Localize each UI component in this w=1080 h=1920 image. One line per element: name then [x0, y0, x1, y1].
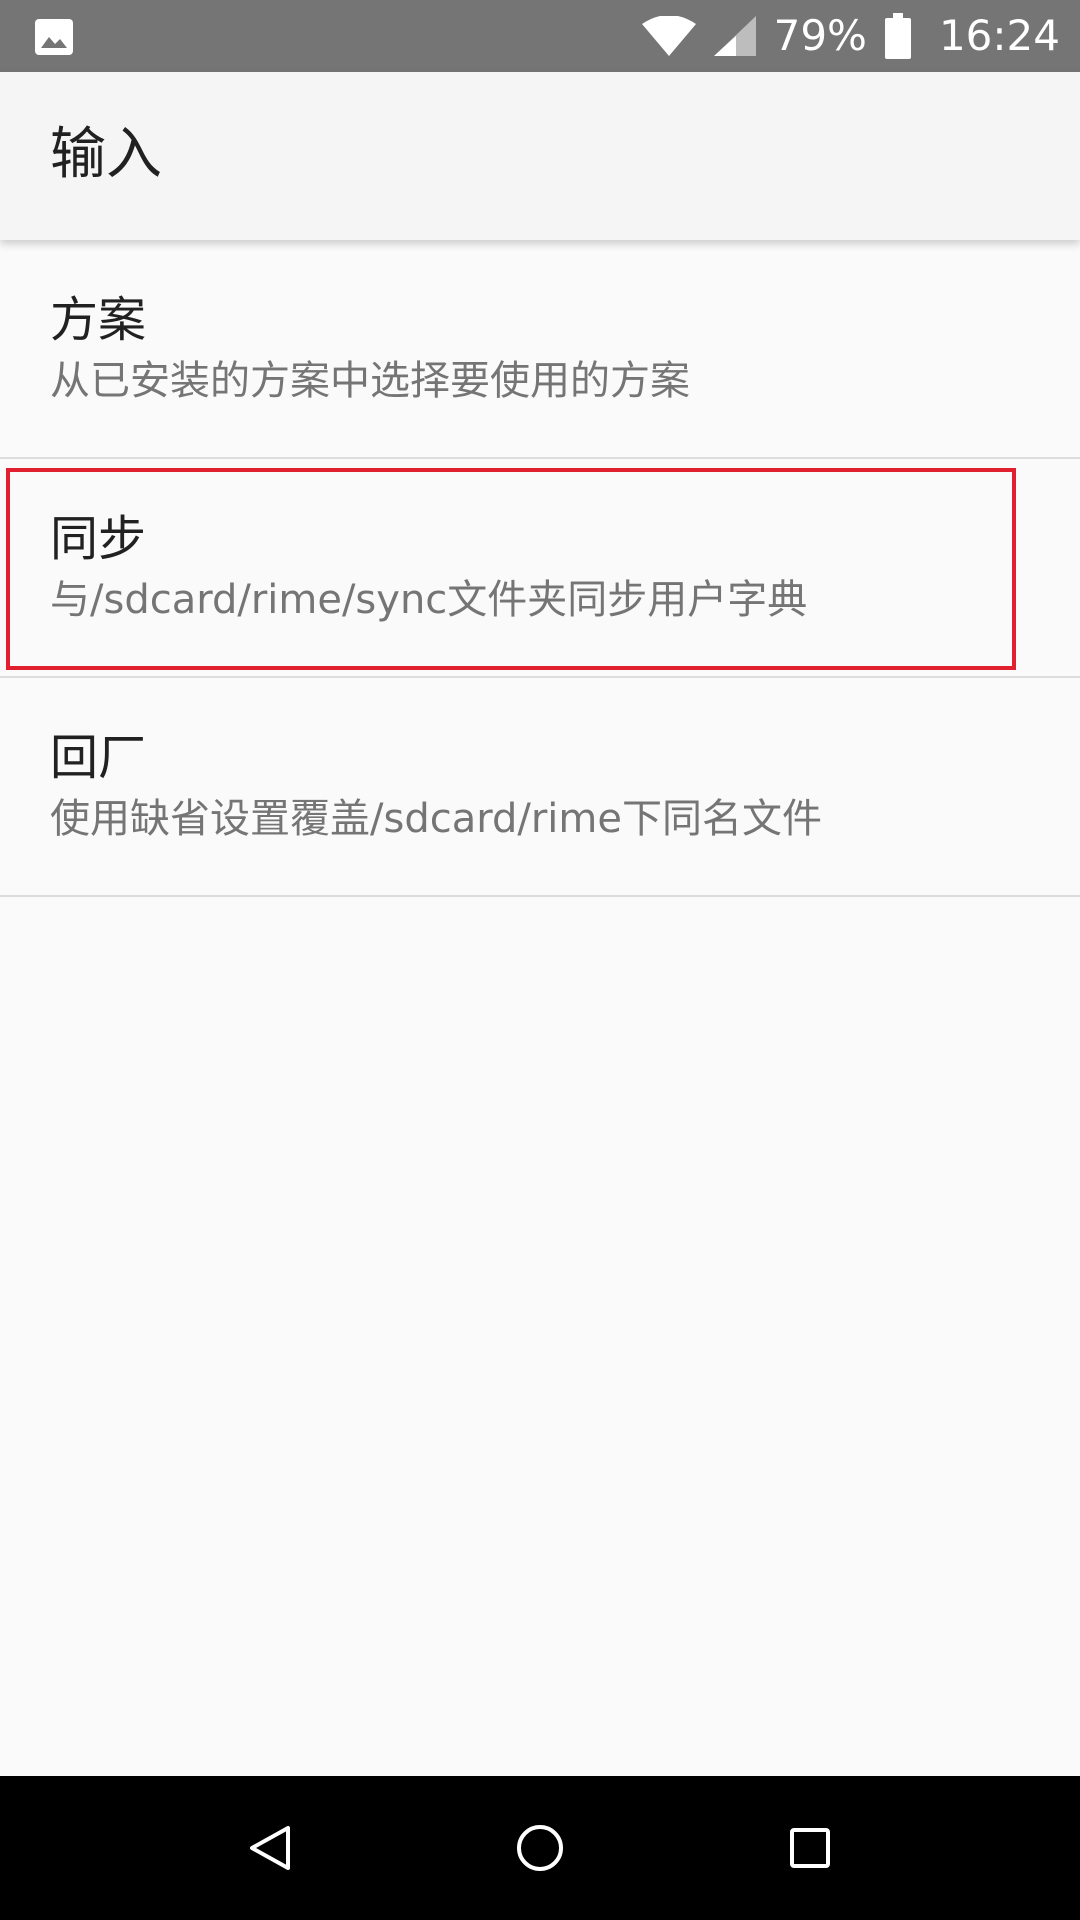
- preference-scheme[interactable]: 方案 从已安装的方案中选择要使用的方案: [0, 240, 1080, 459]
- preference-summary: 从已安装的方案中选择要使用的方案: [50, 358, 690, 404]
- preference-title: 同步: [50, 511, 147, 567]
- signal-icon: [713, 16, 756, 56]
- battery-icon: [884, 13, 911, 59]
- status-right-group: 79% 16:24: [641, 0, 1060, 72]
- preference-title: 回厂: [50, 730, 147, 786]
- preference-sync[interactable]: 同步 与/sdcard/rime/sync文件夹同步用户字典: [0, 459, 1080, 678]
- battery-percent: 79%: [773, 11, 867, 60]
- image-icon: [35, 19, 73, 55]
- home-button[interactable]: [504, 1812, 576, 1884]
- preference-summary: 与/sdcard/rime/sync文件夹同步用户字典: [50, 577, 808, 623]
- preference-title: 方案: [50, 292, 147, 348]
- recents-icon: [790, 1828, 830, 1868]
- status-bar: 79% 16:24: [0, 0, 1080, 72]
- back-icon: [250, 1826, 290, 1870]
- wifi-icon: [641, 16, 696, 56]
- navigation-bar: [0, 1776, 1080, 1920]
- home-icon: [517, 1825, 563, 1871]
- clock: 16:24: [938, 11, 1060, 60]
- screen: 79% 16:24 输入 方案 从已安装的方案中选择要使用的方案 同步 与/sd…: [0, 0, 1080, 1920]
- preference-reset[interactable]: 回厂 使用缺省设置覆盖/sdcard/rime下同名文件: [0, 678, 1080, 897]
- page-title: 输入: [50, 122, 162, 187]
- preference-summary: 使用缺省设置覆盖/sdcard/rime下同名文件: [50, 796, 822, 842]
- app-bar: 输入: [0, 72, 1080, 240]
- preference-list: 方案 从已安装的方案中选择要使用的方案 同步 与/sdcard/rime/syn…: [0, 240, 1080, 897]
- recents-button[interactable]: [774, 1812, 846, 1884]
- back-button[interactable]: [234, 1812, 306, 1884]
